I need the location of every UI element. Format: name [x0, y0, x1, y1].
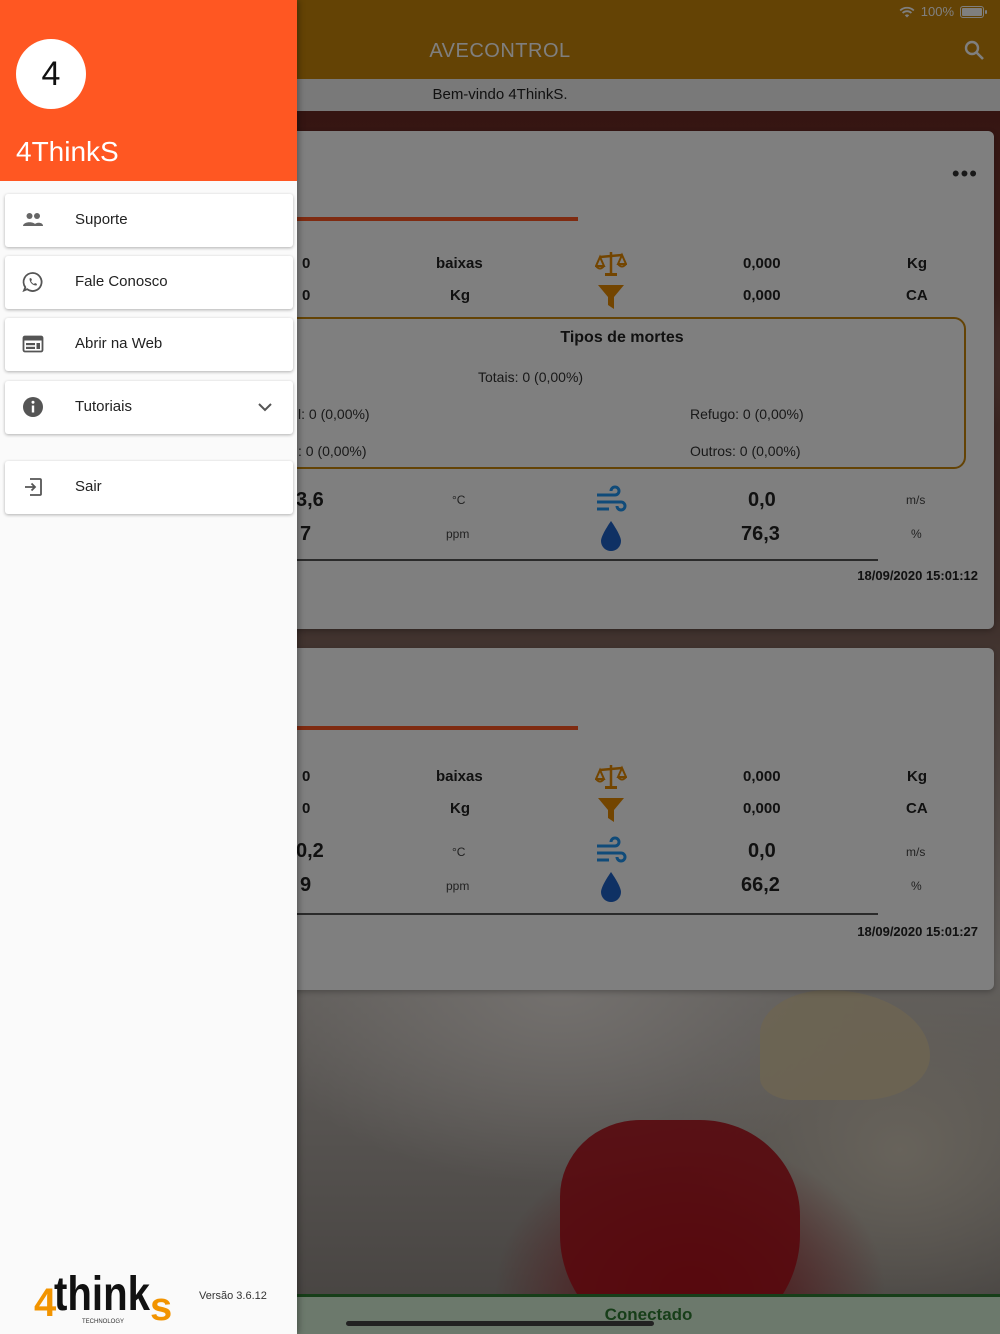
menu-item-sair[interactable]: Sair: [5, 461, 293, 514]
info-icon: [23, 397, 43, 417]
company-logo: 4 think s TECHNOLOGY: [34, 1268, 172, 1326]
svg-text:TECHNOLOGY: TECHNOLOGY: [82, 1319, 124, 1325]
menu-item-suporte[interactable]: Suporte: [5, 194, 293, 247]
menu-item-label: Abrir na Web: [75, 335, 163, 352]
navigation-drawer: 4 4ThinkS Suporte Fale Conosco Abrir na …: [0, 0, 297, 1334]
home-indicator[interactable]: [346, 1321, 654, 1326]
menu-item-label: Sair: [75, 478, 102, 495]
drawer-header: 4 4ThinkS: [0, 0, 297, 181]
menu-item-label: Tutoriais: [75, 398, 132, 415]
svg-text:s: s: [150, 1285, 172, 1326]
user-name: 4ThinkS: [16, 136, 119, 167]
menu-item-tutoriais[interactable]: Tutoriais: [5, 381, 293, 434]
exit-icon: [25, 478, 42, 496]
menu-item-label: Suporte: [75, 211, 128, 228]
svg-text:think: think: [54, 1268, 150, 1321]
menu-item-abrir-na-web[interactable]: Abrir na Web: [5, 318, 293, 371]
whatsapp-icon: [22, 272, 43, 293]
chevron-down-icon[interactable]: [255, 397, 275, 417]
app-version: Versão 3.6.12: [199, 1290, 267, 1302]
people-icon: [23, 213, 43, 226]
menu-item-label: Fale Conosco: [75, 273, 168, 290]
web-icon: [22, 335, 44, 353]
avatar: 4: [16, 39, 86, 109]
menu-item-fale-conosco[interactable]: Fale Conosco: [5, 256, 293, 309]
